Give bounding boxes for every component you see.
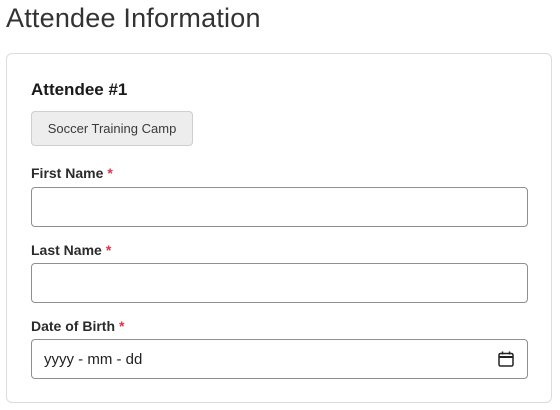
first-name-label-text: First Name xyxy=(31,165,104,181)
required-asterisk: * xyxy=(105,242,112,258)
attendee-heading: Attendee #1 xyxy=(31,80,128,99)
date-of-birth-input[interactable]: yyyy - mm - dd xyxy=(31,339,528,379)
date-placeholder: yyyy - mm - dd xyxy=(44,350,143,368)
date-of-birth-label: Date of Birth * xyxy=(31,318,124,334)
required-asterisk: * xyxy=(107,165,113,181)
calendar-icon[interactable] xyxy=(497,350,515,368)
last-name-label: Last Name * xyxy=(31,242,111,258)
attendee-card: Attendee #1 Soccer Training Camp First N… xyxy=(6,53,552,403)
date-of-birth-label-text: Date of Birth xyxy=(31,318,115,334)
event-badge: Soccer Training Camp xyxy=(31,111,193,146)
first-name-label: First Name * xyxy=(31,165,113,181)
last-name-input[interactable] xyxy=(31,263,528,303)
last-name-label-text: Last Name xyxy=(31,242,102,258)
required-asterisk: * xyxy=(119,318,125,334)
page-title: Attendee Information xyxy=(6,3,261,33)
first-name-input[interactable] xyxy=(31,187,528,227)
